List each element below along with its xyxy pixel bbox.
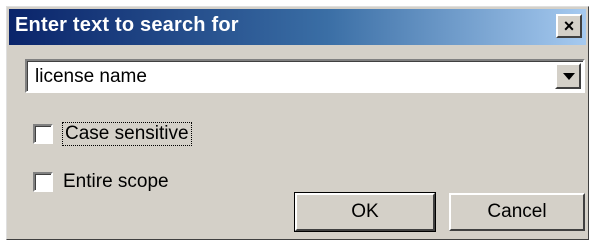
search-text-combobox[interactable]: license name [25, 59, 585, 93]
entire-scope-checkbox[interactable] [33, 172, 53, 192]
case-sensitive-label: Case sensitive [62, 122, 192, 146]
close-button[interactable]: × [556, 14, 582, 38]
entire-scope-option[interactable]: Entire scope [33, 169, 169, 195]
entire-scope-label: Entire scope [63, 171, 169, 192]
ok-button[interactable]: OK [294, 192, 436, 232]
cancel-button[interactable]: Cancel [449, 193, 585, 231]
search-dialog: Enter text to search for × license name … [6, 6, 589, 240]
dialog-title: Enter text to search for [15, 14, 239, 36]
close-icon: × [563, 16, 575, 36]
title-bar: Enter text to search for × [9, 9, 586, 45]
search-text-value: license name [35, 66, 147, 87]
case-sensitive-option[interactable]: Case sensitive [33, 121, 192, 147]
case-sensitive-checkbox[interactable] [33, 124, 53, 144]
dropdown-arrow-icon[interactable] [555, 63, 581, 89]
